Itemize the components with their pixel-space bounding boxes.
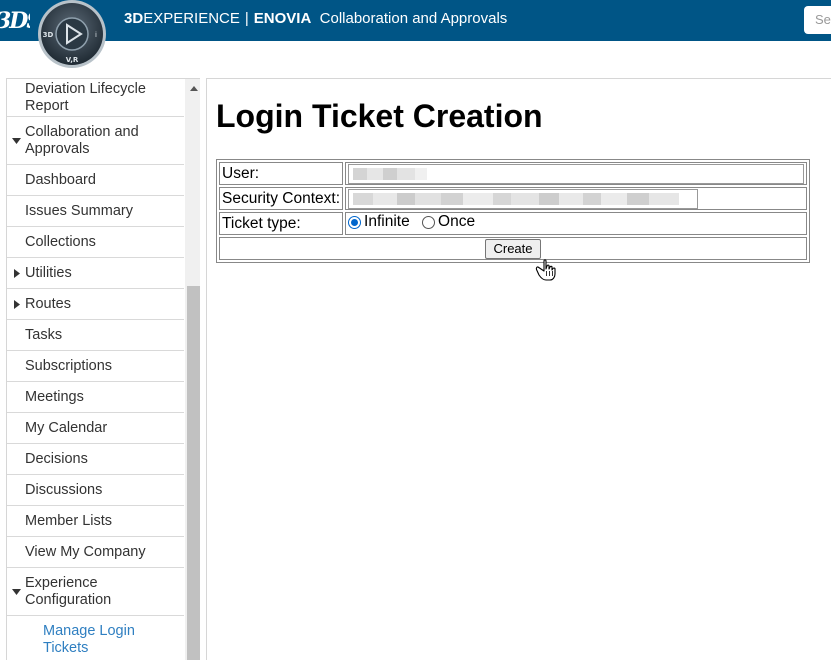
caret-right-icon[interactable] [12,268,21,278]
sidebar-item-label: View My Company [25,543,146,560]
login-ticket-form: User: Security Context: Ticket type: Inf… [216,159,810,263]
nav-list: Deviation Lifecycle Report Collaboration… [7,79,184,660]
ticket-type-once-radio[interactable]: Once [422,213,475,231]
sidebar-item-label: Manage Login Tickets [43,623,135,656]
svg-text:3DS: 3DS [0,8,30,34]
hand-pointer-cursor-icon [535,258,561,282]
sidebar-item-issues-summary[interactable]: Issues Summary [7,196,184,227]
brand-suffix: EXPERIENCE [143,10,240,27]
sidebar-item-label: Routes [25,295,71,312]
radio-label-once: Once [438,213,476,231]
caret-down-icon[interactable] [12,587,21,597]
sidebar-item-my-calendar[interactable]: My Calendar [7,413,184,444]
radio-checked-icon[interactable] [348,215,362,229]
ticket-type-infinite-radio[interactable]: Infinite [348,213,410,231]
sidebar: Deviation Lifecycle Report Collaboration… [6,78,200,660]
radio-label-infinite: Infinite [364,213,410,231]
ticket-type-row: Ticket type: Infinite Once [219,212,807,235]
security-context-row: Security Context: [219,187,807,210]
sidebar-scrollbar-thumb[interactable] [187,286,200,660]
sidebar-item-subscriptions[interactable]: Subscriptions [7,351,184,382]
user-row: User: [219,162,807,185]
ticket-type-label: Ticket type: [219,212,344,235]
sidebar-item-manage-login-tickets[interactable]: Manage Login Tickets [7,616,184,660]
sidebar-item-label: Experience Configuration [25,574,112,608]
svg-text:V,R: V,R [66,56,79,64]
sidebar-item-experience-configuration[interactable]: Experience Configuration [7,568,184,616]
sidebar-item-meetings[interactable]: Meetings [7,382,184,413]
user-label: User: [219,162,344,185]
sidebar-item-label: Tasks [25,326,63,343]
sidebar-item-tasks[interactable]: Tasks [7,320,184,351]
scroll-up-arrow-icon[interactable] [187,81,200,95]
app-title: 3DEXPERIENCE | ENOVIA Collaboration and Ap… [124,0,507,38]
sidebar-item-label: Subscriptions [25,357,113,374]
sidebar-item-label: Decisions [25,450,88,467]
page-title: Login Ticket Creation [216,98,543,134]
radio-unchecked-icon[interactable] [422,215,436,229]
app-name: Collaboration and Approvals [319,10,508,27]
main-content: Login Ticket Creation User: Security Con… [206,78,831,660]
create-button[interactable]: Create [485,238,541,259]
sidebar-item-view-my-company[interactable]: View My Company [7,537,184,568]
sidebar-item-label: Utilities [25,264,72,281]
user-field[interactable] [348,163,804,184]
top-bar: 3DS 3DEXPERIENCE|ENOVIA Collaboration an… [0,0,831,41]
sidebar-item-label: Discussions [25,481,103,498]
sidebar-item-label: Meetings [25,388,84,405]
sidebar-item-collaboration-and-approvals[interactable]: Collaboration and Approvals [7,117,184,165]
redacted-user-value [353,167,428,180]
brand-prefix: 3D [124,10,144,27]
sidebar-item-label: Deviation Lifecycle Report [25,80,146,114]
search-input[interactable]: Se [804,6,831,34]
sidebar-item-label: Member Lists [25,512,113,529]
sidebar-item-routes[interactable]: Routes [7,289,184,320]
compass-icon[interactable]: 3D i V,R [36,0,108,72]
sidebar-item-decisions[interactable]: Decisions [7,444,184,475]
sidebar-item-member-lists[interactable]: Member Lists [7,506,184,537]
sidebar-item-label: My Calendar [25,419,108,436]
sidebar-item-discussions[interactable]: Discussions [7,475,184,506]
create-cell: Create [219,237,807,260]
sidebar-item-deviation-lifecycle-report[interactable]: Deviation Lifecycle Report [7,79,184,117]
brand-separator: | [244,10,249,27]
security-context-field[interactable] [348,188,699,209]
security-context-cell [345,187,807,210]
sidebar-item-utilities[interactable]: Utilities [7,258,184,289]
svg-text:3D: 3D [43,31,54,39]
sidebar-item-collections[interactable]: Collections [7,227,184,258]
create-row: Create [219,237,807,260]
caret-right-icon[interactable] [12,299,21,309]
3ds-logo-icon[interactable]: 3DS [0,4,43,36]
sidebar-item-label: Collections [25,233,96,250]
sidebar-item-label: Issues Summary [25,202,133,219]
svg-text:i: i [95,31,97,39]
ticket-type-cell: Infinite Once [345,212,807,235]
sidebar-item-dashboard[interactable]: Dashboard [7,165,184,196]
user-cell [345,162,807,185]
caret-down-icon[interactable] [12,136,21,146]
sidebar-item-label: Collaboration and Approvals [25,123,139,157]
sidebar-item-label: Dashboard [25,171,96,188]
product-name: ENOVIA [253,10,312,27]
security-context-label: Security Context: [219,187,344,210]
redacted-security-context-value [353,192,680,205]
